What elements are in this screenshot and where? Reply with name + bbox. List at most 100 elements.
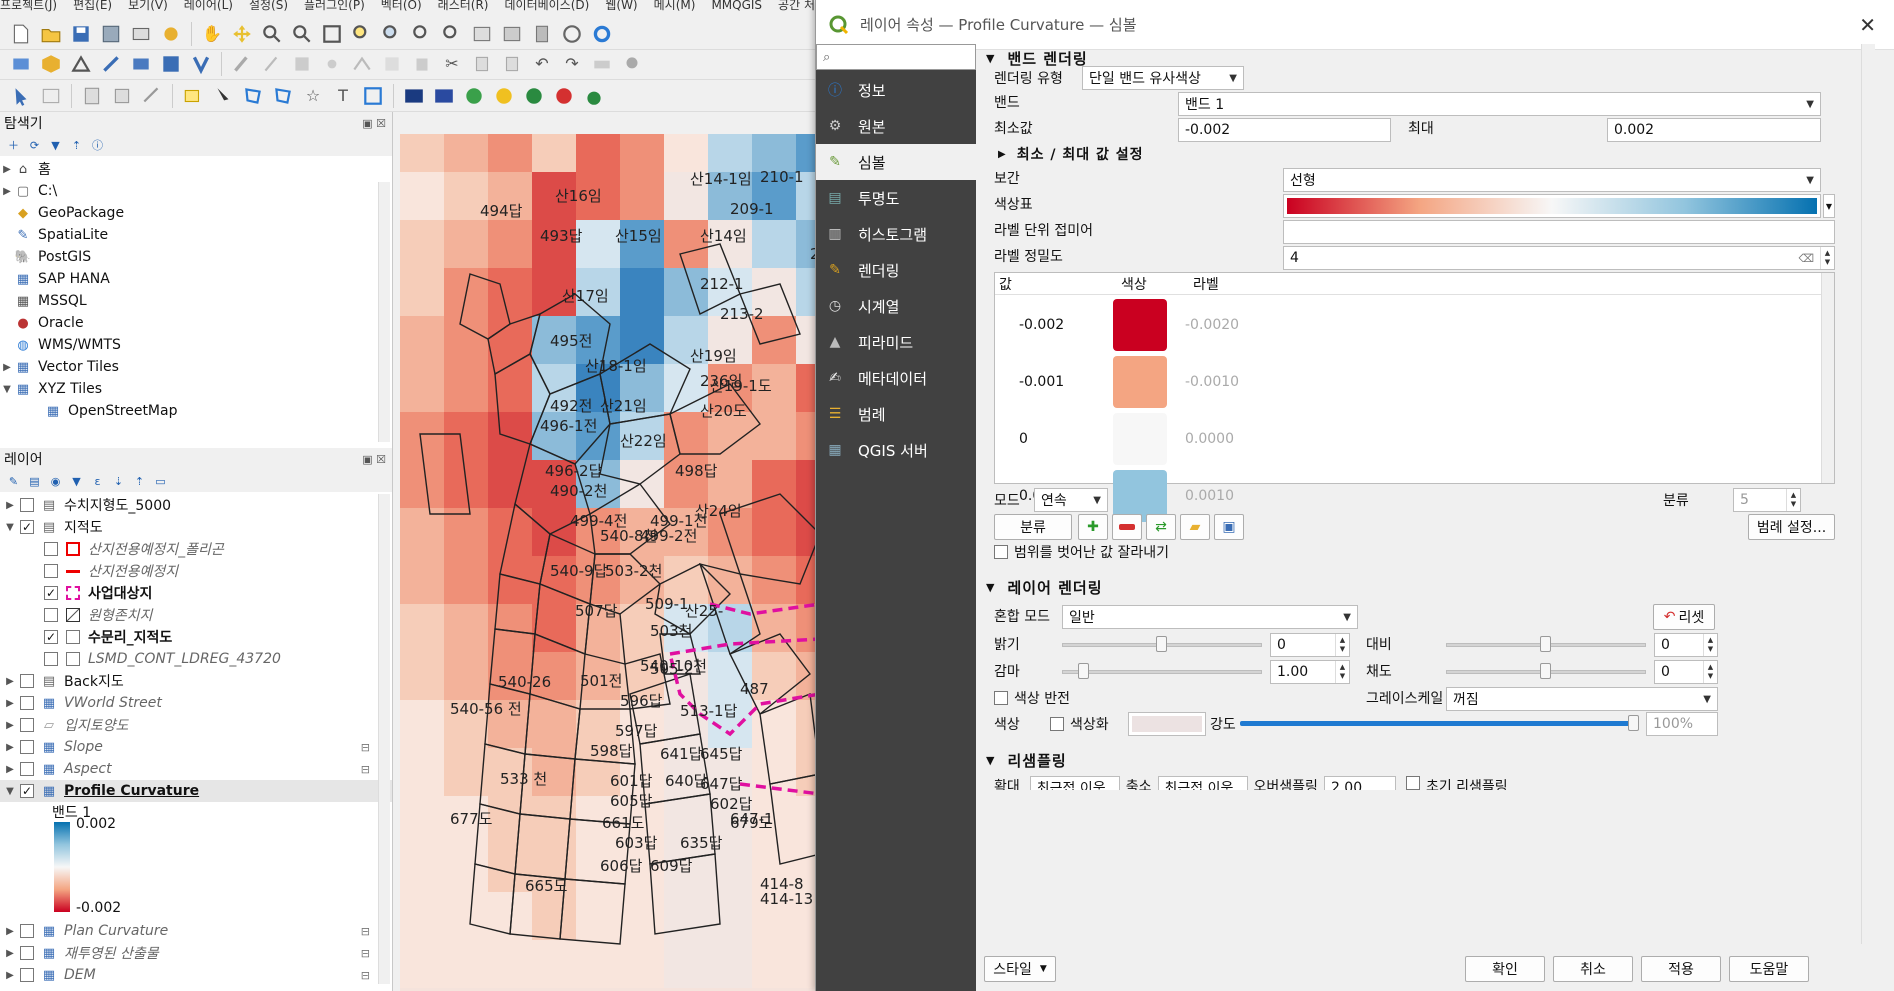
select-polygon-icon[interactable] xyxy=(240,83,266,109)
spin-arrows-icon[interactable]: ▲ ▼ xyxy=(1703,661,1717,683)
saturation-spinbox[interactable]: 0 ▲ ▼ xyxy=(1654,660,1718,684)
refresh-icon[interactable] xyxy=(589,21,615,47)
open-attribute-table-icon[interactable] xyxy=(38,83,64,109)
select-features-icon[interactable] xyxy=(210,83,236,109)
layer-item[interactable]: ▼ ✓ ▤ 지적도 xyxy=(0,516,392,538)
browser-item[interactable]: ▶ ▢ C:\ xyxy=(0,180,392,202)
new-3d-view-icon[interactable] xyxy=(499,21,525,47)
expand-arrow-icon[interactable]: ▶ xyxy=(0,720,20,731)
layer-visibility-checkbox[interactable]: ✓ xyxy=(44,630,58,644)
nav-item[interactable]: ▤ 투명도 xyxy=(816,180,976,216)
globe-green-icon[interactable] xyxy=(521,83,547,109)
pan-to-selection-icon[interactable] xyxy=(229,21,255,47)
new-virtual-layer-icon[interactable] xyxy=(158,51,184,77)
browser-item[interactable]: ▦ SAP HANA xyxy=(0,268,392,290)
modify-attributes-icon[interactable] xyxy=(379,51,405,77)
contrast-spinbox[interactable]: 0 ▲ ▼ xyxy=(1654,633,1718,657)
layer-item[interactable]: ▶ ▦ Plan Curvature ⊟ xyxy=(0,920,392,942)
globe-plugin-icon[interactable] xyxy=(461,83,487,109)
saturation-handle[interactable] xyxy=(1540,663,1551,679)
add-group-icon[interactable]: ▤ xyxy=(27,474,42,489)
nav-item[interactable]: ✎ 심볼 xyxy=(816,144,976,180)
strength-handle[interactable] xyxy=(1628,715,1639,731)
layer-item[interactable]: ▶ ▦ Slope ⊟ xyxy=(0,736,392,758)
statistics-icon[interactable] xyxy=(109,83,135,109)
plugin-tile-icon[interactable] xyxy=(431,83,457,109)
browser-item[interactable]: ▶ ▦ Vector Tiles xyxy=(0,356,392,378)
expand-all-icon[interactable]: ⇣ xyxy=(111,474,126,489)
layer-item[interactable]: 산지전용예정지_폴리곤 xyxy=(0,538,392,560)
menu-item[interactable]: 공간 처리(C) xyxy=(778,0,820,12)
row-color-swatch[interactable] xyxy=(1113,356,1167,408)
save-edits-icon[interactable] xyxy=(289,51,315,77)
select-freehand-icon[interactable] xyxy=(270,83,296,109)
zoom-last-icon[interactable] xyxy=(439,21,465,47)
collapse-all-icon[interactable]: ⇡ xyxy=(69,138,84,153)
layer-item[interactable]: ✓ 수문리_지적도 xyxy=(0,626,392,648)
layer-visibility-checkbox[interactable] xyxy=(20,924,34,938)
cut-icon[interactable]: ✂ xyxy=(439,51,465,77)
label-pin-icon[interactable] xyxy=(619,51,645,77)
identify-icon[interactable] xyxy=(8,83,34,109)
precision-spinbox[interactable]: 4 ⌫ ▲ ▼ xyxy=(1283,246,1835,270)
print-layout-icon[interactable] xyxy=(128,21,154,47)
nav-item[interactable]: ▦ QGIS 서버 xyxy=(816,432,976,468)
browser-item[interactable]: ✎ SpatiaLite xyxy=(0,224,392,246)
invert-ramp-icon[interactable]: ⇄ xyxy=(1146,514,1176,540)
expand-arrow-icon[interactable]: ▶ xyxy=(0,970,20,981)
layer-item[interactable]: ▶ ▤ 수치지형도_5000 xyxy=(0,494,392,516)
row-value[interactable]: -0.001 xyxy=(995,374,1113,390)
layer-item[interactable]: ▶ ▦ DEM ⊟ xyxy=(0,964,392,986)
menu-item[interactable]: 설정(S) xyxy=(249,0,288,12)
browser-item[interactable]: ▦ MSSQL xyxy=(0,290,392,312)
menu-item[interactable]: 메시(M) xyxy=(654,0,696,12)
new-map-view-icon[interactable] xyxy=(469,21,495,47)
virtual-layer-icon[interactable] xyxy=(188,51,214,77)
legend-settings-button[interactable]: 범례 설정... xyxy=(1748,514,1835,540)
text-annotation-icon[interactable]: T xyxy=(330,83,356,109)
add-value-icon[interactable]: ✚ xyxy=(1078,514,1108,540)
browser-item[interactable]: ● Oracle xyxy=(0,312,392,334)
refresh-icon[interactable]: ⟳ xyxy=(27,138,42,153)
add-point-icon[interactable] xyxy=(319,51,345,77)
new-temp-layer-icon[interactable] xyxy=(128,51,154,77)
content-scrollbar[interactable] xyxy=(1861,44,1875,944)
zoom-layer-icon[interactable] xyxy=(379,21,405,47)
edit-toggle-icon[interactable] xyxy=(229,51,255,77)
zoom-full-icon[interactable] xyxy=(319,21,345,47)
label-tool-icon[interactable] xyxy=(589,51,615,77)
zoom-in-select[interactable]: 최근접 이웃 xyxy=(1029,776,1120,790)
star-icon[interactable]: ☆ xyxy=(300,83,326,109)
render-type-select[interactable]: 단일 밴드 유사색상 ▼ xyxy=(1082,66,1244,90)
browser-scrollbar[interactable] xyxy=(378,182,390,442)
layer-visibility-checkbox[interactable]: ✓ xyxy=(44,586,58,600)
save-project-icon[interactable] xyxy=(68,21,94,47)
classify-button[interactable]: 분류 xyxy=(994,514,1072,540)
menu-item[interactable]: 보기(V) xyxy=(128,0,168,12)
paste-icon[interactable] xyxy=(499,51,525,77)
clip-checkbox[interactable] xyxy=(994,545,1008,559)
indicator-icon[interactable]: ⊟ xyxy=(361,763,370,776)
pan-icon[interactable]: ✋ xyxy=(199,21,225,47)
resampling-header[interactable]: ▼ 리샘플링 xyxy=(978,748,1067,772)
menu-item[interactable]: 프로젝트(J) xyxy=(0,0,57,12)
row-value[interactable]: 0 xyxy=(995,431,1113,447)
zoom-selection-icon[interactable] xyxy=(349,21,375,47)
contrast-handle[interactable] xyxy=(1540,636,1551,652)
expand-arrow-icon[interactable]: ▶ xyxy=(0,698,20,709)
globe-red-icon[interactable] xyxy=(551,83,577,109)
row-color-swatch[interactable] xyxy=(1113,413,1167,465)
redo-icon[interactable]: ↷ xyxy=(559,51,585,77)
layer-item[interactable]: ✓ 사업대상지 xyxy=(0,582,392,604)
brightness-handle[interactable] xyxy=(1156,636,1167,652)
layer-visibility-checkbox[interactable] xyxy=(44,542,58,556)
early-resampling-checkbox[interactable] xyxy=(1405,776,1420,790)
expand-arrow-icon[interactable]: ▼ xyxy=(0,384,14,395)
menu-item[interactable]: 플러그인(P) xyxy=(304,0,365,12)
help-button[interactable]: 도움말 xyxy=(1729,956,1809,982)
row-label[interactable]: -0.0010 xyxy=(1167,374,1239,390)
browser-item[interactable]: 🐘 PostGIS xyxy=(0,246,392,268)
plugin-flo-icon[interactable] xyxy=(401,83,427,109)
layer-item[interactable]: 원형존치지 xyxy=(0,604,392,626)
nav-item[interactable]: ◷ 시계열 xyxy=(816,288,976,324)
